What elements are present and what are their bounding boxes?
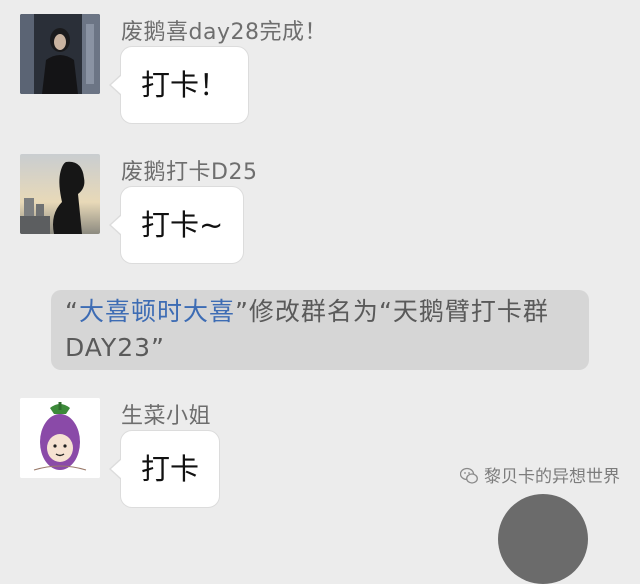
sender-name: 废鹅喜day28完成！ <box>121 20 327 45</box>
silhouette-sunset-avatar <box>20 154 100 234</box>
message-bubble[interactable]: 打卡 <box>108 430 221 508</box>
chat-message-list[interactable]: 废鹅喜day28完成！ 打卡！ 废鹅打卡D25 打卡~ “大喜顿时大喜”修改群名… <box>0 0 640 584</box>
avatar[interactable] <box>20 398 100 478</box>
system-notice: “大喜顿时大喜”修改群名为“天鹅臂打卡群DAY23” <box>51 290 589 370</box>
quote-open: “ <box>65 297 79 326</box>
notice-action: 修改群名为 <box>248 297 379 326</box>
avatar[interactable] <box>20 14 100 94</box>
sender-name: 生菜小姐 <box>121 404 212 429</box>
sender-name: 废鹅打卡D25 <box>121 160 258 185</box>
chat-message: 废鹅喜day28完成！ 打卡！ <box>0 0 640 140</box>
wechat-logo-icon <box>460 467 478 484</box>
message-bubble[interactable]: 打卡~ <box>108 186 245 264</box>
chat-message: 废鹅打卡D25 打卡~ <box>0 140 640 290</box>
member-name-link[interactable]: 大喜顿时大喜 <box>79 297 235 326</box>
watermark-text: 黎贝卡的异想世界 <box>484 467 620 487</box>
eggplant-cartoon-avatar <box>20 398 100 478</box>
woman-dark-photo-avatar <box>20 14 100 94</box>
message-bubble[interactable]: 打卡！ <box>108 46 250 124</box>
scroll-to-bottom-button[interactable] <box>498 494 588 584</box>
watermark: 黎贝卡的异想世界 <box>460 462 620 487</box>
quote-close: ” <box>234 297 249 326</box>
avatar[interactable] <box>20 154 100 234</box>
